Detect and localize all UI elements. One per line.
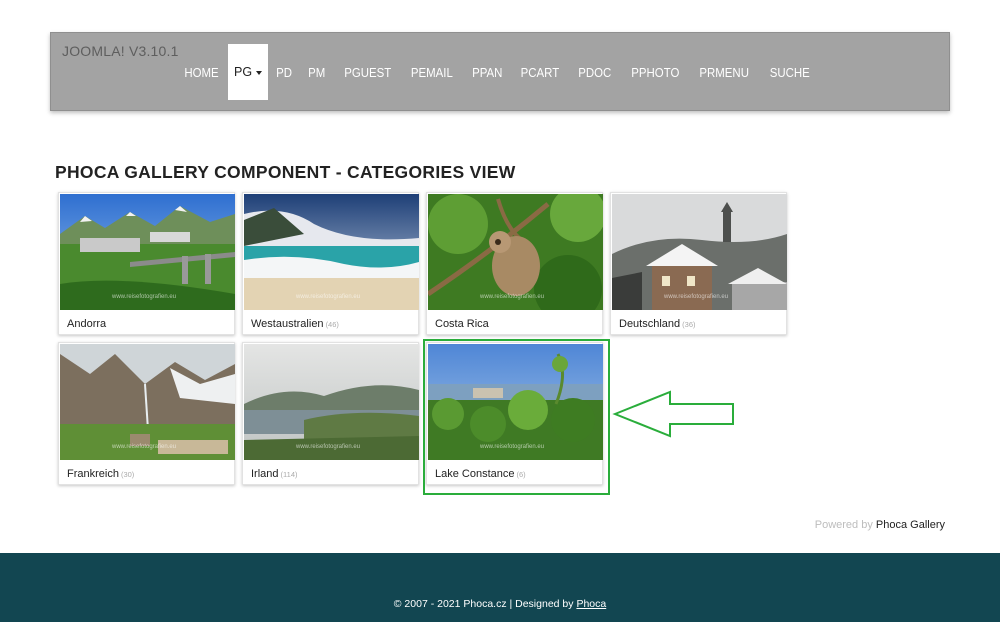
footer-copyright: © 2007 - 2021 Phoca.cz | Designed by Pho… [393, 598, 607, 610]
category-caption[interactable]: Andorra [67, 318, 108, 330]
category-tile-westaustralien[interactable]: www.reisefotografien.eu Westaustralien (4… [242, 192, 419, 335]
watermark-text: www.reisefotografien.eu [296, 294, 361, 300]
category-thumbnail[interactable]: www.reisefotografien.eu [60, 344, 235, 460]
menu-item-suche[interactable]: SUCHE [763, 44, 815, 100]
menu-item-pguest[interactable]: PGUEST [338, 44, 397, 100]
menu-item-pdoc[interactable]: PDOC [572, 44, 617, 100]
caret-down-icon [256, 71, 263, 75]
category-thumbnail[interactable]: www.reisefotografien.eu [612, 194, 787, 310]
phoca-gallery-link[interactable]: Phoca Gallery [876, 519, 945, 531]
site-header: JOOMLA! V3.10.1 HOME PG PD PM PGUEST PEM… [50, 32, 950, 111]
watermark-text: www.reisefotografien.eu [664, 294, 729, 300]
category-tile-andorra[interactable]: www.reisefotografien.eu Andorra [58, 192, 235, 335]
menu-item-home[interactable]: HOME [178, 44, 225, 100]
pointer-arrow-icon [612, 390, 734, 438]
main-menu: HOME PG PD PM PGUEST PEMAIL PPAN PCART P… [175, 44, 819, 100]
watermark-text: www.reisefotografien.eu [480, 444, 545, 450]
category-tile-costa-rica[interactable]: www.reisefotografien.eu Costa Rica [426, 192, 603, 335]
menu-item-ppan[interactable]: PPAN [466, 44, 509, 100]
category-caption[interactable]: Costa Rica [435, 318, 491, 330]
powered-by: Powered by Phoca Gallery [814, 519, 945, 531]
watermark-text: www.reisefotografien.eu [296, 444, 361, 450]
category-tile-lake-constance[interactable]: www.reisefotografien.eu Lake Constance (6… [426, 342, 603, 485]
watermark-text: www.reisefotografien.eu [112, 294, 177, 300]
category-thumbnail[interactable]: www.reisefotografien.eu [428, 344, 603, 460]
category-caption[interactable]: Westaustralien (46) [251, 318, 339, 330]
category-caption[interactable]: Deutschland (36) [619, 318, 696, 330]
category-grid: www.reisefotografien.eu Andorra www.reis… [58, 192, 798, 492]
category-tile-deutschland[interactable]: www.reisefotografien.eu Deutschland (36) [610, 192, 787, 335]
watermark-text: www.reisefotografien.eu [480, 294, 545, 300]
category-caption[interactable]: Frankreich (30) [67, 468, 134, 480]
site-brand[interactable]: JOOMLA! V3.10.1 [62, 43, 179, 59]
menu-item-pm[interactable]: PM [302, 44, 331, 100]
category-tile-frankreich[interactable]: www.reisefotografien.eu Frankreich (30) [58, 342, 235, 485]
menu-item-pd[interactable]: PD [270, 44, 298, 100]
category-tile-irland[interactable]: www.reisefotografien.eu Irland (114) [242, 342, 419, 485]
category-thumbnail[interactable]: www.reisefotografien.eu [60, 194, 235, 310]
category-caption[interactable]: Irland (114) [251, 468, 297, 480]
menu-item-pcart[interactable]: PCART [515, 44, 566, 100]
menu-item-prmenu[interactable]: PRMENU [694, 44, 756, 100]
category-thumbnail[interactable]: www.reisefotografien.eu [428, 194, 603, 310]
phoca-link[interactable]: Phoca [576, 598, 606, 610]
site-footer: © 2007 - 2021 Phoca.cz | Designed by Pho… [0, 553, 1000, 622]
watermark-text: www.reisefotografien.eu [112, 444, 177, 450]
category-thumbnail[interactable]: www.reisefotografien.eu [244, 194, 419, 310]
menu-item-pphoto[interactable]: PPHOTO [625, 44, 685, 100]
page-title: PHOCA GALLERY COMPONENT - CATEGORIES VIE… [55, 162, 516, 182]
menu-item-pemail[interactable]: PEMAIL [405, 44, 459, 100]
menu-item-pg[interactable]: PG [228, 44, 269, 100]
category-caption[interactable]: Lake Constance (6) [435, 468, 526, 480]
category-thumbnail[interactable]: www.reisefotografien.eu [244, 344, 419, 460]
